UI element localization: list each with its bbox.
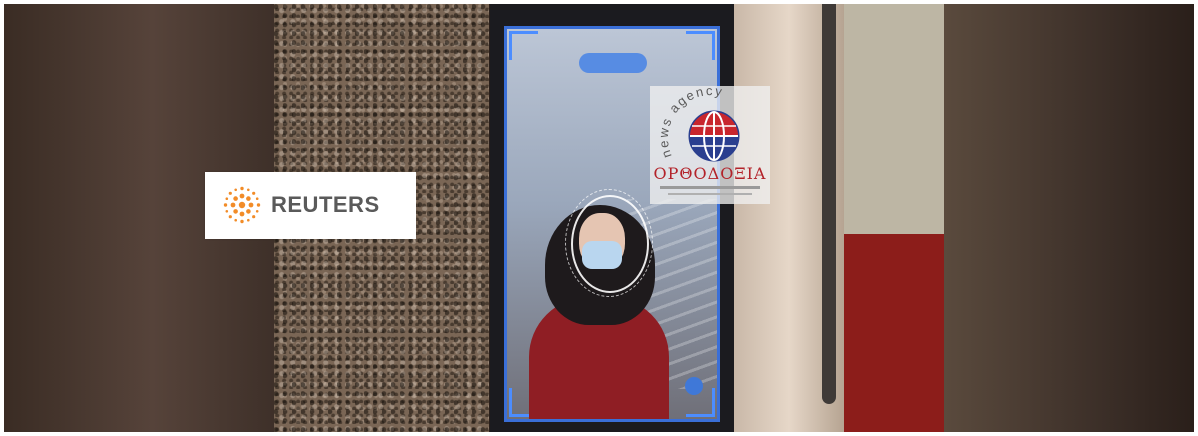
reuters-watermark: REUTERS <box>205 172 416 239</box>
screen-corner-bracket <box>686 31 715 60</box>
orthodoxia-watermark: news agency ΟΡΘΟΔΟΞΙΑ <box>650 86 770 204</box>
screen-button-icon <box>685 377 703 395</box>
red-wall <box>844 234 944 432</box>
reuters-dot-sphere-icon <box>223 186 261 224</box>
screen-corner-bracket <box>509 31 538 60</box>
face-scan-ring <box>571 195 649 293</box>
orthodoxia-label: ΟΡΘΟΔΟΞΙΑ <box>653 164 767 183</box>
news-photo <box>4 4 1194 432</box>
screen-status-pill <box>579 53 647 73</box>
lit-wall <box>844 4 944 234</box>
blurred-background-right <box>944 4 1194 432</box>
gate-rail <box>822 4 836 404</box>
reuters-label: REUTERS <box>271 192 380 217</box>
globe-icon: news agency <box>656 86 760 195</box>
